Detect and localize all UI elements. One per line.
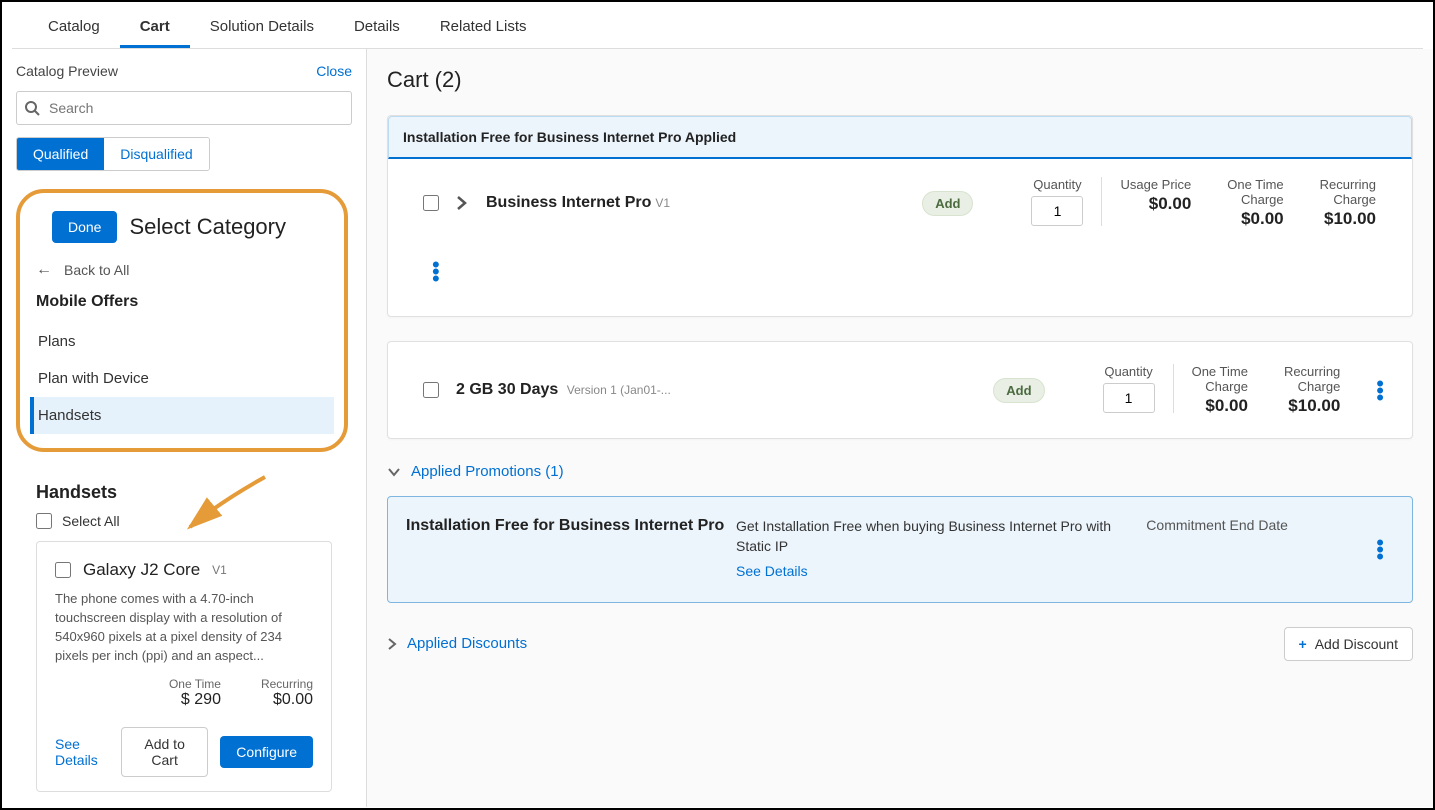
sidebar-title: Catalog Preview — [16, 63, 118, 79]
kebab-menu-icon[interactable]: ••• — [1366, 539, 1394, 560]
rec-label2: Charge — [1284, 379, 1340, 394]
done-button[interactable]: Done — [52, 211, 117, 243]
search-icon — [24, 100, 40, 116]
applied-discounts-toggle[interactable]: Applied Discounts — [387, 635, 527, 652]
otc-value: $0.00 — [1227, 209, 1283, 229]
arrow-left-icon: ← — [36, 261, 52, 279]
back-to-all[interactable]: ← Back to All — [30, 261, 334, 279]
product-checkbox[interactable] — [55, 562, 71, 578]
otc-label: One Time — [1192, 364, 1248, 379]
recurring-value: $0.00 — [261, 691, 313, 709]
promo-banner: Installation Free for Business Internet … — [388, 116, 1412, 159]
filter-tabs: Qualified Disqualified — [16, 137, 210, 171]
category-handsets[interactable]: Handsets — [30, 397, 334, 434]
chevron-right-icon[interactable] — [456, 195, 486, 211]
add-to-cart-button[interactable]: Add to Cart — [121, 727, 208, 777]
product-name: Galaxy J2 Core — [83, 560, 200, 580]
rec-value: $10.00 — [1284, 396, 1340, 416]
otc-value: $0.00 — [1192, 396, 1248, 416]
tab-catalog[interactable]: Catalog — [28, 8, 120, 48]
category-plan-with-device[interactable]: Plan with Device — [30, 360, 334, 397]
add-badge: Add — [993, 378, 1044, 403]
usage-value: $0.00 — [1120, 194, 1191, 214]
add-discount-button[interactable]: + Add Discount — [1284, 627, 1413, 661]
category-group: Mobile Offers — [30, 293, 334, 311]
cart-item-name: Business Internet ProV1 — [486, 194, 922, 212]
category-panel: Done Select Category ← Back to All Mobil… — [16, 189, 348, 452]
filter-disqualified[interactable]: Disqualified — [104, 138, 208, 170]
top-tabs: Catalog Cart Solution Details Details Re… — [12, 8, 1423, 49]
kebab-menu-icon[interactable]: ••• — [432, 238, 1412, 300]
onetime-label: One Time — [169, 677, 221, 691]
product-version: V1 — [212, 563, 227, 577]
recurring-label: Recurring — [261, 677, 313, 691]
close-link[interactable]: Close — [316, 63, 352, 79]
tab-related-lists[interactable]: Related Lists — [420, 8, 547, 48]
onetime-value: $ 290 — [169, 691, 221, 709]
cart-item-checkbox[interactable] — [423, 382, 439, 398]
search-box — [16, 91, 352, 125]
product-description: The phone comes with a 4.70-inch touchsc… — [55, 590, 313, 665]
tab-cart[interactable]: Cart — [120, 8, 190, 48]
cart-content: Cart (2) Installation Free for Business … — [367, 49, 1433, 807]
promo-title: Installation Free for Business Internet … — [406, 517, 736, 535]
commitment-label: Commitment End Date — [1146, 517, 1366, 533]
select-all-row[interactable]: Select All — [16, 513, 352, 529]
promo-description: Get Installation Free when buying Busine… — [736, 518, 1111, 554]
tab-details[interactable]: Details — [334, 8, 420, 48]
select-all-checkbox[interactable] — [36, 513, 52, 529]
promotion-detail: Installation Free for Business Internet … — [387, 496, 1413, 603]
rec-label: Recurring — [1284, 364, 1340, 379]
see-details-link[interactable]: See Details — [55, 736, 109, 768]
back-label: Back to All — [64, 262, 129, 278]
otc-label: One Time — [1227, 177, 1283, 192]
plus-icon: + — [1299, 636, 1307, 652]
otc-label2: Charge — [1192, 379, 1248, 394]
applied-promotions-toggle[interactable]: Applied Promotions (1) — [387, 463, 1413, 480]
applied-promotions-label: Applied Promotions (1) — [411, 463, 564, 480]
promo-see-details[interactable]: See Details — [736, 562, 1146, 582]
qty-label: Quantity — [1103, 364, 1155, 379]
kebab-menu-icon[interactable]: ••• — [1366, 380, 1394, 401]
handsets-title: Handsets — [16, 482, 352, 503]
otc-label2: Charge — [1227, 192, 1283, 207]
cart-item-2: 2 GB 30 Days Version 1 (Jan01-... Add Qu… — [387, 341, 1413, 439]
filter-qualified[interactable]: Qualified — [17, 138, 104, 170]
qty-input[interactable] — [1031, 196, 1083, 226]
cart-item-name: 2 GB 30 Days Version 1 (Jan01-... — [456, 381, 993, 399]
rec-value: $10.00 — [1320, 209, 1376, 229]
usage-label: Usage Price — [1120, 177, 1191, 192]
add-badge: Add — [922, 191, 973, 216]
qty-input[interactable] — [1103, 383, 1155, 413]
applied-discounts-label: Applied Discounts — [407, 635, 527, 652]
category-title: Select Category — [129, 214, 286, 240]
select-all-label: Select All — [62, 513, 120, 529]
qty-label: Quantity — [1031, 177, 1083, 192]
catalog-sidebar: Catalog Preview Close Qualified Disquali… — [2, 49, 367, 807]
chevron-right-icon — [387, 637, 397, 651]
configure-button[interactable]: Configure — [220, 736, 313, 768]
cart-title: Cart (2) — [387, 67, 1413, 93]
search-input[interactable] — [16, 91, 352, 125]
chevron-down-icon — [387, 467, 401, 477]
rec-label2: Charge — [1320, 192, 1376, 207]
cart-item-checkbox[interactable] — [423, 195, 439, 211]
tab-solution-details[interactable]: Solution Details — [190, 8, 334, 48]
cart-item-1: Installation Free for Business Internet … — [387, 115, 1413, 317]
rec-label: Recurring — [1320, 177, 1376, 192]
category-plans[interactable]: Plans — [30, 323, 334, 360]
add-discount-label: Add Discount — [1315, 636, 1398, 652]
product-card: Galaxy J2 Core V1 The phone comes with a… — [36, 541, 332, 792]
